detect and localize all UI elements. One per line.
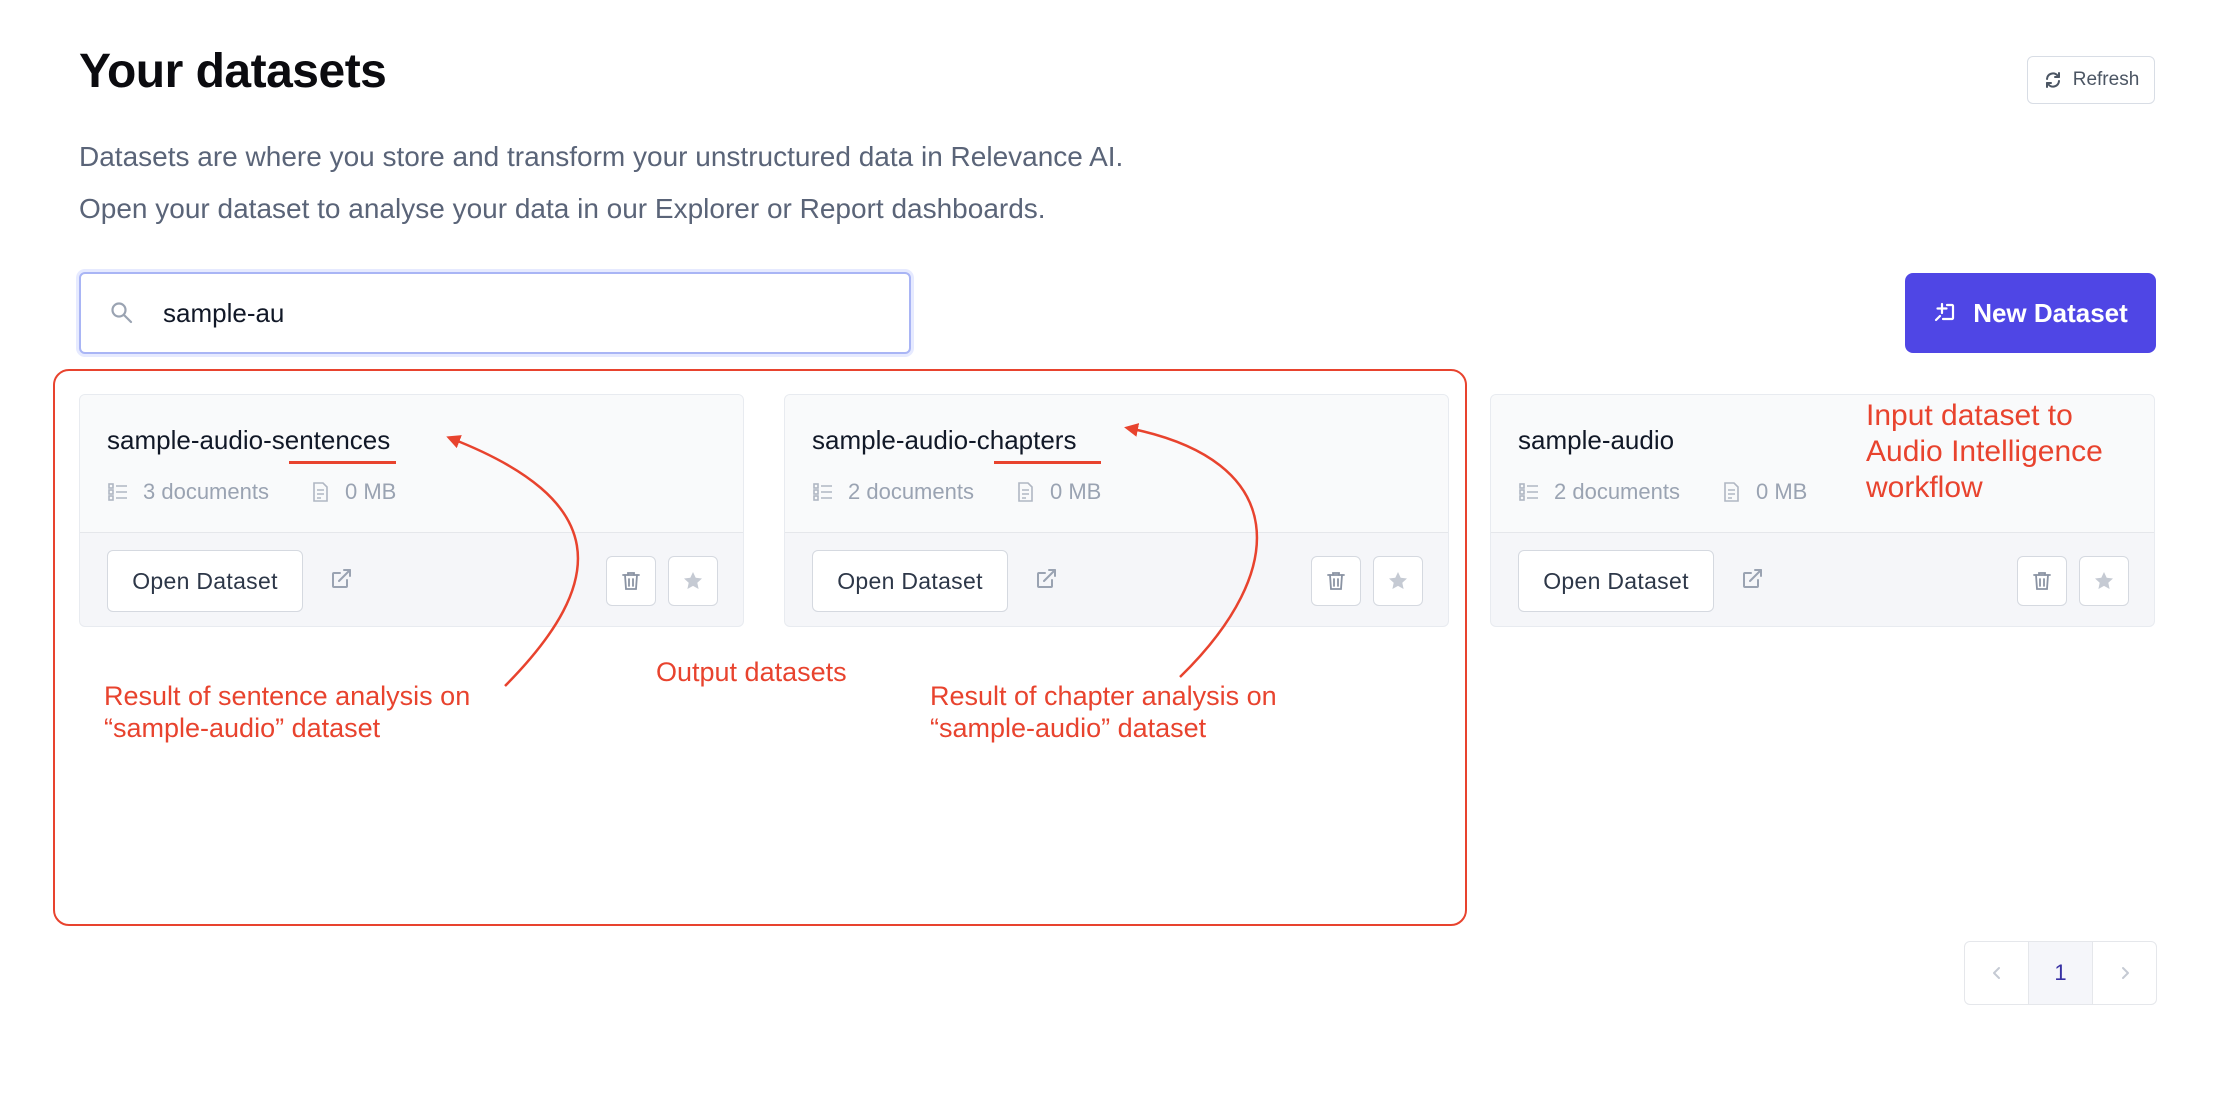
documents-icon (1519, 483, 1538, 501)
star-icon (684, 572, 702, 589)
refresh-icon (2045, 72, 2060, 88)
search-box[interactable] (79, 272, 911, 354)
file-size-icon (313, 482, 328, 502)
dataset-name: sample-audio (1518, 425, 1675, 455)
trash-icon (622, 572, 640, 590)
file-size: 0 MB (344, 479, 397, 504)
file-size: 0 MB (1755, 479, 1808, 504)
chevron-left-icon (1992, 967, 2000, 979)
sentences-underline (289, 461, 396, 464)
favorite-button[interactable] (668, 556, 718, 606)
delete-button[interactable] (2017, 556, 2067, 606)
new-dataset-label: New Dataset (1973, 297, 2128, 328)
chevron-right-icon (2121, 967, 2129, 979)
star-icon (1389, 572, 1407, 589)
documents-icon (813, 483, 832, 501)
description-line-1: Datasets are where you store and transfo… (79, 141, 1124, 172)
delete-button[interactable] (606, 556, 656, 606)
dataset-card-sample-audio-sentences: sample-audio-sentences 3 documents 0 MB … (79, 394, 744, 627)
documents-count: 2 documents (848, 479, 974, 504)
favorite-button[interactable] (2079, 556, 2129, 606)
chapter-result-annotation: Result of chapter analysis on “sample-au… (930, 681, 1277, 743)
page-title: Your datasets (79, 45, 387, 98)
new-dataset-icon (1935, 302, 1955, 322)
prev-page-button[interactable] (1965, 942, 2028, 1004)
external-link-icon[interactable] (329, 567, 353, 591)
dataset-card-sample-audio-chapters: sample-audio-chapters 2 documents 0 MB O… (784, 394, 1449, 627)
documents-icon (108, 483, 127, 501)
trash-icon (2033, 572, 2051, 590)
chapters-underline (994, 461, 1101, 464)
refresh-button[interactable]: Refresh (2027, 56, 2155, 104)
favorite-button[interactable] (1373, 556, 1423, 606)
refresh-label: Refresh (2072, 69, 2140, 90)
next-page-button[interactable] (2093, 942, 2156, 1004)
output-datasets-annotation: Output datasets (656, 657, 847, 687)
pagination: 1 (1964, 941, 2157, 1005)
file-size-icon (1018, 482, 1033, 502)
star-icon (2095, 572, 2113, 589)
documents-count: 2 documents (1554, 479, 1680, 504)
file-size: 0 MB (1049, 479, 1102, 504)
trash-icon (1327, 572, 1345, 590)
external-link-icon[interactable] (1034, 567, 1058, 591)
documents-count: 3 documents (143, 479, 269, 504)
open-dataset-button[interactable]: Open Dataset (1518, 550, 1714, 612)
new-dataset-button[interactable]: New Dataset (1905, 273, 2156, 353)
delete-button[interactable] (1311, 556, 1361, 606)
page-1-button[interactable]: 1 (2028, 942, 2093, 1004)
sentence-result-annotation: Result of sentence analysis on “sample-a… (104, 681, 471, 743)
open-dataset-button[interactable]: Open Dataset (107, 550, 303, 612)
search-input[interactable] (163, 297, 763, 329)
search-icon (111, 302, 133, 324)
description-line-2: Open your dataset to analyse your data i… (79, 193, 1046, 224)
input-dataset-annotation: Input dataset to Audio Intelligence work… (1866, 399, 2103, 504)
dataset-name: sample-audio-chapters (812, 425, 1077, 455)
dataset-name: sample-audio-sentences (107, 425, 391, 455)
file-size-icon (1724, 482, 1739, 502)
open-dataset-button[interactable]: Open Dataset (812, 550, 1008, 612)
external-link-icon[interactable] (1740, 567, 1764, 591)
